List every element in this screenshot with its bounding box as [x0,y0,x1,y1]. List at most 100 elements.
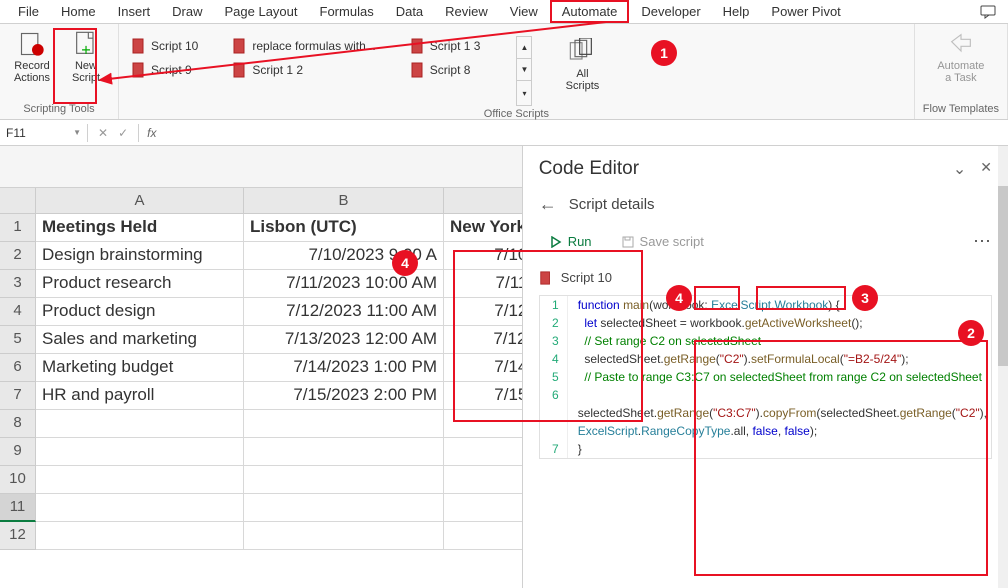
cell[interactable]: Sales and marketing [36,326,244,354]
menu-home[interactable]: Home [51,2,106,21]
cell[interactable]: 7/15/2023 9:00 AM [444,382,523,410]
row-header[interactable]: 2 [0,242,36,270]
confirm-icon[interactable]: ✓ [118,126,128,140]
name-box[interactable]: F11 ▼ [0,124,88,142]
scripts-scroll-buttons: ▲ ▼ ▾ [516,36,532,106]
cell[interactable]: 7/11/2023 10:00 AM [244,270,444,298]
expand-gallery-icon[interactable]: ▾ [517,81,531,105]
menu-review[interactable]: Review [435,2,498,21]
col-header[interactable]: C [444,188,523,214]
back-arrow-icon[interactable]: ← [539,194,557,215]
chevron-down-icon[interactable]: ⌄ [953,159,966,179]
scroll-down-icon[interactable]: ▼ [517,59,531,81]
ribbon-group-scripting-tools: Record Actions + New Script Scripting To… [0,24,119,119]
cell[interactable] [444,438,523,466]
script-label: Script 10 [151,39,198,53]
menu-automate[interactable]: Automate [550,0,630,23]
cell[interactable] [444,410,523,438]
menu-page-layout[interactable]: Page Layout [215,2,308,21]
cell[interactable]: Design brainstorming [36,242,244,270]
cell[interactable]: 7/14/2023 8:00 AM [444,354,523,382]
row-header[interactable]: 7 [0,382,36,410]
row-header[interactable]: 10 [0,466,36,494]
group-label-scripting: Scripting Tools [23,101,94,117]
scrollbar-thumb[interactable] [998,186,1008,366]
cell[interactable]: HR and payroll [36,382,244,410]
cell[interactable]: New York (EST) [444,214,523,242]
menu-insert[interactable]: Insert [108,2,161,21]
script-item[interactable]: replace formulas with... [228,36,379,56]
menu-view[interactable]: View [500,2,548,21]
run-button[interactable]: Run [539,229,603,254]
cell[interactable] [36,494,244,522]
row-header[interactable]: 9 [0,438,36,466]
cell[interactable] [244,438,444,466]
cell[interactable]: Meetings Held [36,214,244,242]
script-item[interactable]: Script 10 [127,36,202,56]
cell[interactable]: 7/13/2023 12:00 AM [244,326,444,354]
cell[interactable]: 7/10/2023 4:00 AM [444,242,523,270]
menu-developer[interactable]: Developer [631,2,710,21]
cell[interactable]: Lisbon (UTC) [244,214,444,242]
cell[interactable]: 7/12/2023 6:00 AM [444,298,523,326]
select-all-corner[interactable] [0,188,36,214]
script-item[interactable]: Script 1 2 [228,60,379,80]
close-icon[interactable]: ✕ [980,159,992,179]
chevron-down-icon[interactable]: ▼ [73,128,81,137]
script-item[interactable]: Script 9 [127,60,202,80]
cell[interactable] [36,522,244,550]
cell[interactable] [444,466,523,494]
all-scripts-button[interactable]: All Scripts [558,36,606,94]
cell[interactable]: 7/12/2023 7:00 PM [444,326,523,354]
menu-data[interactable]: Data [386,2,433,21]
cell[interactable]: 7/14/2023 1:00 PM [244,354,444,382]
menu-help[interactable]: Help [713,2,760,21]
code-editor[interactable]: 1function main(workbook: ExcelScript.Wor… [539,295,992,459]
code-editor-pane: Code Editor ⌄ ✕ ← Script details Run Sav… [523,146,1008,588]
cell[interactable]: 7/15/2023 2:00 PM [244,382,444,410]
row-header[interactable]: 3 [0,270,36,298]
group-label-office-scripts: Office Scripts [484,106,549,122]
cell[interactable]: Marketing budget [36,354,244,382]
menu-power-pivot[interactable]: Power Pivot [761,2,850,21]
cell[interactable] [244,466,444,494]
scrollbar-track[interactable] [998,146,1008,588]
comments-icon[interactable] [976,2,1000,22]
menu-draw[interactable]: Draw [162,2,212,21]
cell[interactable] [244,410,444,438]
row-header[interactable]: 8 [0,410,36,438]
more-options-icon[interactable]: ⋯ [973,231,992,252]
cell[interactable] [444,494,523,522]
cell[interactable]: Product research [36,270,244,298]
row-header[interactable]: 5 [0,326,36,354]
row-header[interactable]: 4 [0,298,36,326]
cell[interactable]: 7/11/2023 5:00 AM [444,270,523,298]
row-header[interactable]: 6 [0,354,36,382]
name-box-value: F11 [6,126,26,140]
cell[interactable] [36,410,244,438]
menu-file[interactable]: File [8,2,49,21]
cell[interactable]: 7/12/2023 11:00 AM [244,298,444,326]
cell[interactable]: Product design [36,298,244,326]
script-name[interactable]: Script 10 [561,270,612,285]
row-header[interactable]: 12 [0,522,36,550]
cell[interactable] [36,438,244,466]
formula-input[interactable] [164,131,1008,135]
row-header[interactable]: 11 [0,494,36,522]
cell[interactable] [244,494,444,522]
script-item[interactable]: Script 1 3 [406,36,485,56]
cell[interactable] [444,522,523,550]
cell[interactable] [36,466,244,494]
script-item[interactable]: Script 8 [406,60,485,80]
menu-formulas[interactable]: Formulas [310,2,384,21]
cancel-icon[interactable]: ✕ [98,126,108,140]
save-script-button[interactable]: Save script [611,229,715,254]
row-header[interactable]: 1 [0,214,36,242]
record-actions-button[interactable]: Record Actions [8,28,56,86]
new-script-button[interactable]: + New Script [62,28,110,86]
col-header[interactable]: A [36,188,244,214]
cell[interactable] [244,522,444,550]
scroll-up-icon[interactable]: ▲ [517,37,531,59]
col-header[interactable]: B [244,188,444,214]
spreadsheet-grid[interactable]: A B C 1Meetings HeldLisbon (UTC)New York… [0,188,522,550]
